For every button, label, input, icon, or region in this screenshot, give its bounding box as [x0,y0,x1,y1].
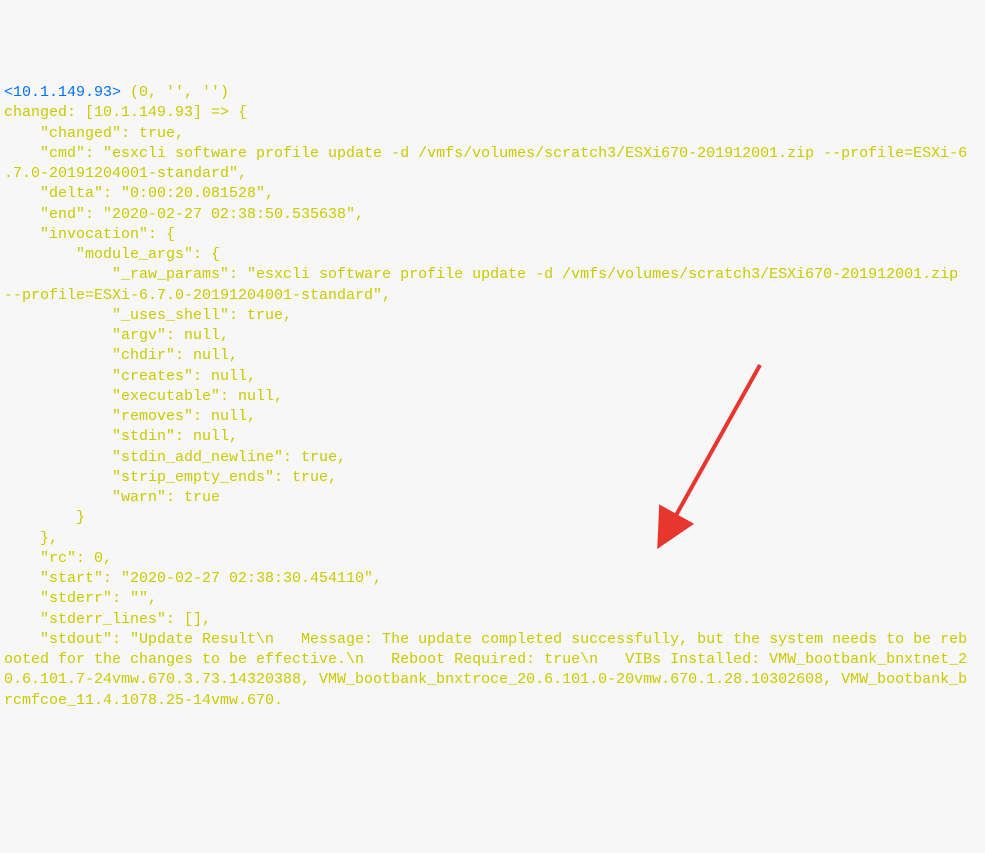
output-line: "creates": null, [4,368,256,385]
output-line: "invocation": { [4,226,175,243]
output-line: changed: [10.1.149.93] => { [4,104,247,121]
line-suffix: (0, '', '') [121,84,229,101]
output-line: "stdout": "Update Result\n Message: The … [4,631,967,709]
output-line: "argv": null, [4,327,229,344]
output-line: "delta": "0:00:20.081528", [4,185,274,202]
terminal-output: <10.1.149.93> (0, '', '') changed: [10.1… [4,83,981,711]
output-line: "stderr": "", [4,590,157,607]
output-line: "start": "2020-02-27 02:38:30.454110", [4,570,382,587]
output-line: "_raw_params": "esxcli software profile … [4,266,967,303]
output-line: "stdin_add_newline": true, [4,449,346,466]
output-line: "warn": true [4,489,220,506]
output-line: "_uses_shell": true, [4,307,292,324]
output-line: "end": "2020-02-27 02:38:50.535638", [4,206,364,223]
output-line: "rc": 0, [4,550,112,567]
host-prefix: <10.1.149.93> [4,84,121,101]
output-line: "strip_empty_ends": true, [4,469,337,486]
output-line: "chdir": null, [4,347,238,364]
output-line: "stderr_lines": [], [4,611,211,628]
output-line: } [4,509,85,526]
output-line: "stdin": null, [4,428,238,445]
output-line: "executable": null, [4,388,283,405]
output-line: }, [4,530,58,547]
output-line: "removes": null, [4,408,256,425]
output-line: "changed": true, [4,125,184,142]
output-line: "module_args": { [4,246,220,263]
output-line: "cmd": "esxcli software profile update -… [4,145,967,182]
